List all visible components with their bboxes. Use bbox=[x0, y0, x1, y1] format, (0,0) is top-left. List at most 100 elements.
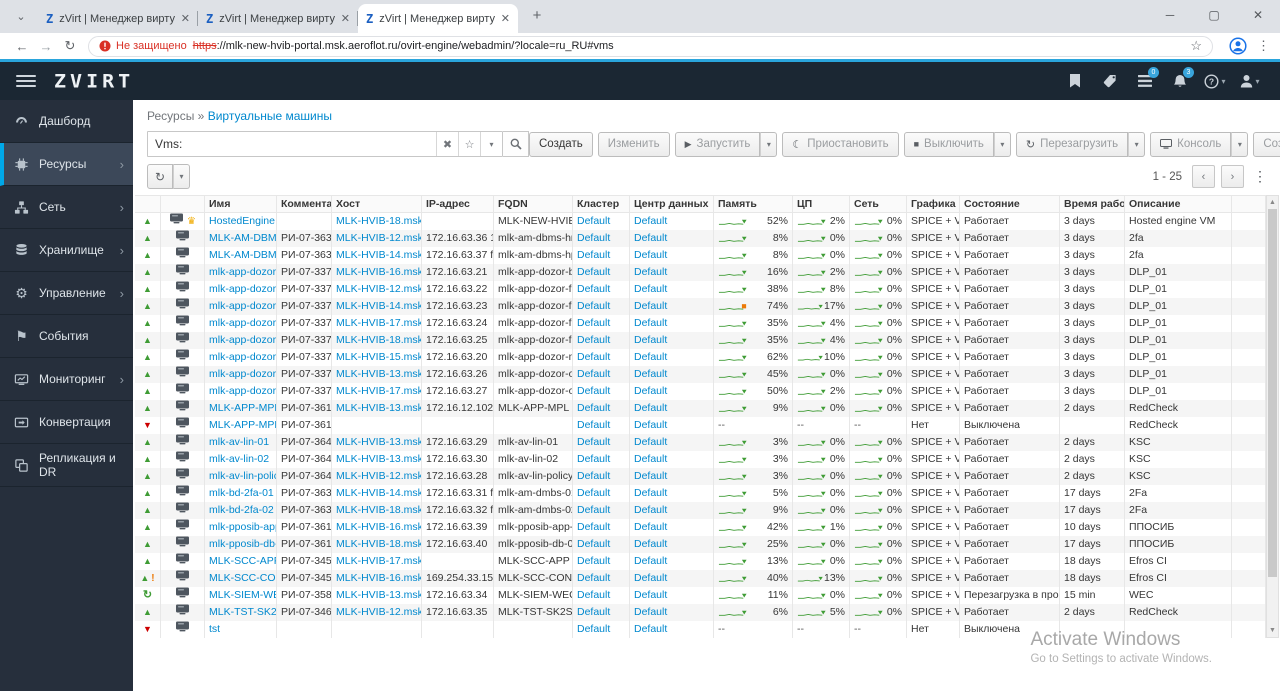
dc-link[interactable]: Default bbox=[634, 623, 667, 635]
table-row[interactable]: ▲ mlk-av-lin-02 РИ-07-3644 MLK-HVIB-13.msk.… bbox=[135, 451, 1266, 468]
host-link[interactable]: MLK-HVIB-17.msk.ae bbox=[336, 555, 421, 567]
search-button[interactable] bbox=[503, 131, 529, 157]
suspend-vm-button[interactable]: ☾ Приостановить bbox=[782, 131, 899, 157]
name-link[interactable]: mlk-bd-2fa-01 bbox=[209, 487, 274, 499]
name-link[interactable]: MLK-TST-SK2SS_01 bbox=[209, 606, 276, 618]
column-header-cpu[interactable]: ЦП bbox=[793, 196, 850, 212]
table-row[interactable]: ▲ ♛ HostedEngine MLK-HVIB-18.msk.ae MLK-NEW-… bbox=[135, 213, 1266, 230]
reboot-vm-button[interactable]: ↻ Перезагрузить bbox=[1015, 131, 1129, 157]
bookmark-star-icon[interactable]: ☆ bbox=[1190, 38, 1202, 54]
name-link[interactable]: MLK-APP-MPL bbox=[209, 402, 276, 414]
column-header-graphics[interactable]: Графика bbox=[907, 196, 960, 212]
run-vm-button[interactable]: ▶ Запустить bbox=[674, 131, 761, 157]
dc-link[interactable]: Default bbox=[634, 249, 667, 261]
dc-link[interactable]: Default bbox=[634, 351, 667, 363]
console-dropdown-caret-icon[interactable]: ▾ bbox=[1231, 131, 1249, 157]
host-link[interactable]: MLK-HVIB-14.msk.ae bbox=[336, 487, 421, 499]
hamburger-menu-icon[interactable] bbox=[16, 72, 36, 90]
cluster-link[interactable]: Default bbox=[577, 487, 610, 499]
table-row[interactable]: ▲ mlk-app-dozor-main_РИ-07-3375 MLK-HVIB-1… bbox=[135, 349, 1266, 366]
column-header-host[interactable]: Хост bbox=[332, 196, 422, 212]
table-row[interactable]: ▲ MLK-AM-DBMS-HPR-РИ-07-3638 MLK-HVIB-14.m… bbox=[135, 247, 1266, 264]
column-header-spacer[interactable] bbox=[1232, 196, 1266, 212]
host-link[interactable]: MLK-HVIB-12.msk.ae bbox=[336, 606, 421, 618]
search-dropdown-caret-icon[interactable]: ▾ bbox=[480, 132, 502, 156]
table-row[interactable]: ▼ MLK-APP-MPL_01РИ-07-3618 Default Default -… bbox=[135, 417, 1266, 434]
name-link[interactable]: mlk-bd-2fa-02 bbox=[209, 504, 274, 516]
tags-icon[interactable] bbox=[1096, 68, 1124, 94]
name-link[interactable]: MLK-AM-DBMS-HPR- bbox=[209, 249, 276, 261]
new-tab-button[interactable]: + bbox=[524, 4, 550, 30]
cluster-link[interactable]: Default bbox=[577, 623, 610, 635]
column-header-state[interactable]: Состояние bbox=[960, 196, 1060, 212]
cluster-link[interactable]: Default bbox=[577, 283, 610, 295]
table-row[interactable]: ▲ MLK-AM-DBMS-HPR-РИ-07-3638 MLK-HVIB-12.m… bbox=[135, 230, 1266, 247]
column-header-dc[interactable]: Центр данных bbox=[630, 196, 714, 212]
search-clear-icon[interactable]: ✖ bbox=[436, 132, 458, 156]
table-row[interactable]: ▲ mlk-av-lin-policy РИ-07-3644 MLK-HVIB-12.… bbox=[135, 468, 1266, 485]
dc-link[interactable]: Default bbox=[634, 419, 667, 431]
browser-tab[interactable]: ZzVirt | Менеджер виртуализ... ✕ bbox=[38, 4, 198, 33]
create-vm-button[interactable]: Создать bbox=[529, 131, 593, 157]
column-header-cluster[interactable]: Кластер bbox=[573, 196, 630, 212]
refresh-dropdown-caret-icon[interactable]: ▾ bbox=[173, 164, 191, 189]
sidebar-item-dashboard[interactable]: Дашборд bbox=[0, 100, 133, 143]
table-row[interactable]: ▲MLK-APP-MPLРИ-07-3618MLK-HVIB-13.msk.ae… bbox=[135, 400, 1266, 417]
column-header-fqdn[interactable]: FQDN bbox=[494, 196, 573, 212]
name-link[interactable]: mlk-app-dozor-main_ bbox=[209, 351, 276, 363]
breadcrumb-current[interactable]: Виртуальные машины bbox=[208, 109, 332, 123]
column-header-desc[interactable]: Описание bbox=[1125, 196, 1232, 212]
sidebar-item-network[interactable]: Сеть › bbox=[0, 186, 133, 229]
host-link[interactable]: MLK-HVIB-13.msk.ae bbox=[336, 368, 421, 380]
name-link[interactable]: mlk-app-dozor-filter3 bbox=[209, 300, 276, 312]
dc-link[interactable]: Default bbox=[634, 283, 667, 295]
host-link[interactable]: MLK-HVIB-18.msk.ae bbox=[336, 334, 421, 346]
table-row[interactable]: ▲ MLK-TST-SK2SS_01РИ-07-3467 MLK-HVIB-12.m… bbox=[135, 604, 1266, 621]
cluster-link[interactable]: Default bbox=[577, 504, 610, 516]
search-star-icon[interactable]: ☆ bbox=[458, 132, 480, 156]
host-link[interactable]: MLK-HVIB-12.msk.ae bbox=[336, 470, 421, 482]
bookmarks-icon[interactable] bbox=[1061, 68, 1089, 94]
profile-icon[interactable] bbox=[1229, 37, 1247, 55]
dc-link[interactable]: Default bbox=[634, 266, 667, 278]
host-link[interactable]: MLK-HVIB-17.msk.ae bbox=[336, 385, 421, 397]
user-menu-icon[interactable]: ▾ bbox=[1236, 68, 1264, 94]
host-link[interactable]: MLK-HVIB-18.msk.ae bbox=[336, 215, 421, 227]
create-snapshot-button[interactable]: Создать снимок bbox=[1253, 131, 1280, 157]
host-link[interactable]: MLK-HVIB-18.msk.ae bbox=[336, 538, 421, 550]
tab-search-caret-icon[interactable]: ⌄ bbox=[8, 4, 34, 30]
column-header-uptime[interactable]: Время работы bbox=[1060, 196, 1125, 212]
host-link[interactable]: MLK-HVIB-16.msk.ae bbox=[336, 266, 421, 278]
host-link[interactable]: MLK-HVIB-14.msk.ae bbox=[336, 249, 421, 261]
sidebar-item-replication[interactable]: Репликация и DR bbox=[0, 444, 133, 487]
name-link[interactable]: HostedEngine bbox=[209, 215, 275, 227]
window-minimize-button[interactable]: ─ bbox=[1148, 0, 1192, 30]
name-link[interactable]: mlk-app-dozor-bd_0 bbox=[209, 266, 276, 278]
shutdown-dropdown-caret-icon[interactable]: ▾ bbox=[993, 131, 1011, 157]
cluster-link[interactable]: Default bbox=[577, 266, 610, 278]
next-page-button[interactable]: › bbox=[1221, 165, 1244, 188]
cluster-link[interactable]: Default bbox=[577, 419, 610, 431]
dc-link[interactable]: Default bbox=[634, 385, 667, 397]
name-link[interactable]: MLK-SCC-APP bbox=[209, 555, 276, 567]
sidebar-item-storage[interactable]: Хранилище › bbox=[0, 229, 133, 272]
forward-icon[interactable]: → bbox=[34, 39, 58, 54]
table-row[interactable]: ▲ mlk-app-dozor-filter1РИ-07-3375 MLK-HVIB… bbox=[135, 281, 1266, 298]
tab-close-icon[interactable]: ✕ bbox=[341, 12, 350, 25]
sidebar-item-conversion[interactable]: Конвертация bbox=[0, 401, 133, 444]
dc-link[interactable]: Default bbox=[634, 232, 667, 244]
refresh-button[interactable]: ↻ bbox=[147, 164, 174, 189]
cluster-link[interactable]: Default bbox=[577, 317, 610, 329]
tab-close-icon[interactable]: ✕ bbox=[181, 12, 190, 25]
cluster-link[interactable]: Default bbox=[577, 606, 610, 618]
cluster-link[interactable]: Default bbox=[577, 402, 610, 414]
cluster-link[interactable]: Default bbox=[577, 368, 610, 380]
cluster-link[interactable]: Default bbox=[577, 351, 610, 363]
edit-vm-button[interactable]: Изменить bbox=[597, 131, 670, 157]
host-link[interactable]: MLK-HVIB-13.msk.ae bbox=[336, 453, 421, 465]
table-scrollbar[interactable]: ▲ ▼ bbox=[1266, 195, 1279, 638]
reload-icon[interactable]: ↻ bbox=[58, 38, 82, 54]
cluster-link[interactable]: Default bbox=[577, 232, 610, 244]
sidebar-item-events[interactable]: ⚑ События bbox=[0, 315, 133, 358]
scrollbar-thumb[interactable] bbox=[1268, 209, 1277, 577]
